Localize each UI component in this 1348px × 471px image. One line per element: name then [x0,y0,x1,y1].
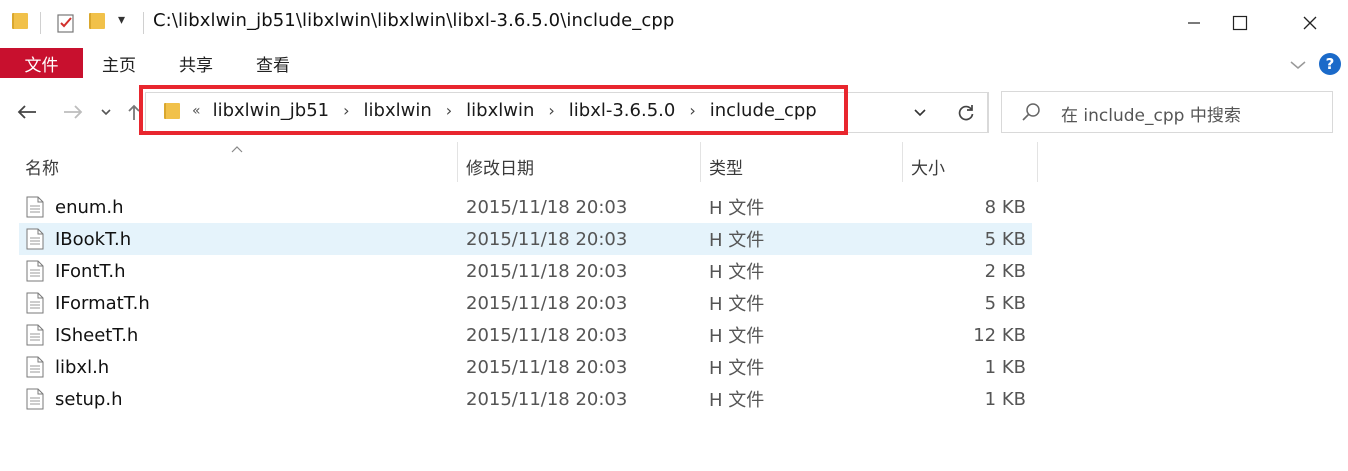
maximize-icon [1232,15,1248,31]
column-divider[interactable] [700,142,701,182]
sort-ascending-icon [230,139,244,158]
help-button[interactable]: ? [1319,53,1341,75]
file-size: 5 KB [984,292,1026,314]
column-divider[interactable] [1037,142,1038,182]
close-icon [1303,16,1317,30]
file-size: 1 KB [984,388,1026,410]
customize-quick-access-dropdown[interactable]: ▾ [118,12,125,28]
highlight-annotation [139,85,848,135]
close-button[interactable] [1287,0,1333,46]
column-divider[interactable] [902,142,903,182]
toolbar-divider [143,12,144,34]
column-header-size[interactable]: 大小 [911,150,945,182]
file-size: 5 KB [984,228,1026,250]
maximize-button[interactable] [1217,0,1263,46]
properties-icon[interactable] [56,12,76,38]
arrow-right-icon [64,105,83,119]
address-history-dropdown[interactable] [907,102,933,124]
minimize-icon [1188,22,1200,24]
folder-icon [12,13,28,29]
file-size: 12 KB [973,324,1026,346]
file-size: 1 KB [984,356,1026,378]
table-row[interactable]: IFormatT.h 2015/11/18 20:03 H 文件 5 KB [19,287,1032,319]
table-row[interactable]: enum.h 2015/11/18 20:03 H 文件 8 KB [19,191,1032,223]
back-button[interactable] [14,98,40,126]
minimize-button[interactable] [1171,0,1217,46]
file-size: 8 KB [984,196,1026,218]
arrow-left-icon [17,105,36,119]
column-header-type[interactable]: 类型 [709,150,743,182]
search-input[interactable]: 在 include_cpp 中搜索 [1061,101,1241,126]
chevron-down-icon [101,109,111,116]
table-row[interactable]: IBookT.h 2015/11/18 20:03 H 文件 5 KB [19,223,1032,255]
tab-home[interactable]: 主页 [102,48,136,78]
column-header-name[interactable]: 名称 [25,150,59,182]
chevron-down-icon [1290,61,1306,69]
window-title: C:\libxlwin_jb51\libxlwin\libxlwin\libxl… [153,10,675,31]
forward-button[interactable] [60,98,86,126]
tab-share[interactable]: 共享 [179,48,213,78]
refresh-icon [958,104,974,120]
table-row[interactable]: ISheetT.h 2015/11/18 20:03 H 文件 12 KB [19,319,1032,351]
refresh-button[interactable] [945,92,988,133]
column-header-date[interactable]: 修改日期 [466,150,534,182]
tab-view[interactable]: 查看 [256,48,290,78]
toolbar-divider [40,12,41,34]
search-icon [1020,101,1042,127]
table-row[interactable]: libxl.h 2015/11/18 20:03 H 文件 1 KB [19,351,1032,383]
quick-access-toolbar [12,13,28,29]
tab-file[interactable]: 文件 [0,48,83,78]
table-row[interactable]: setup.h 2015/11/18 20:03 H 文件 1 KB [19,383,1032,415]
new-folder-icon[interactable] [89,13,105,29]
recent-locations-button[interactable] [98,98,114,126]
table-row[interactable]: IFontT.h 2015/11/18 20:03 H 文件 2 KB [19,255,1032,287]
file-size: 2 KB [984,260,1026,282]
ribbon-expand-button[interactable] [1289,56,1307,75]
column-divider[interactable] [457,142,458,182]
chevron-down-icon [914,109,926,117]
